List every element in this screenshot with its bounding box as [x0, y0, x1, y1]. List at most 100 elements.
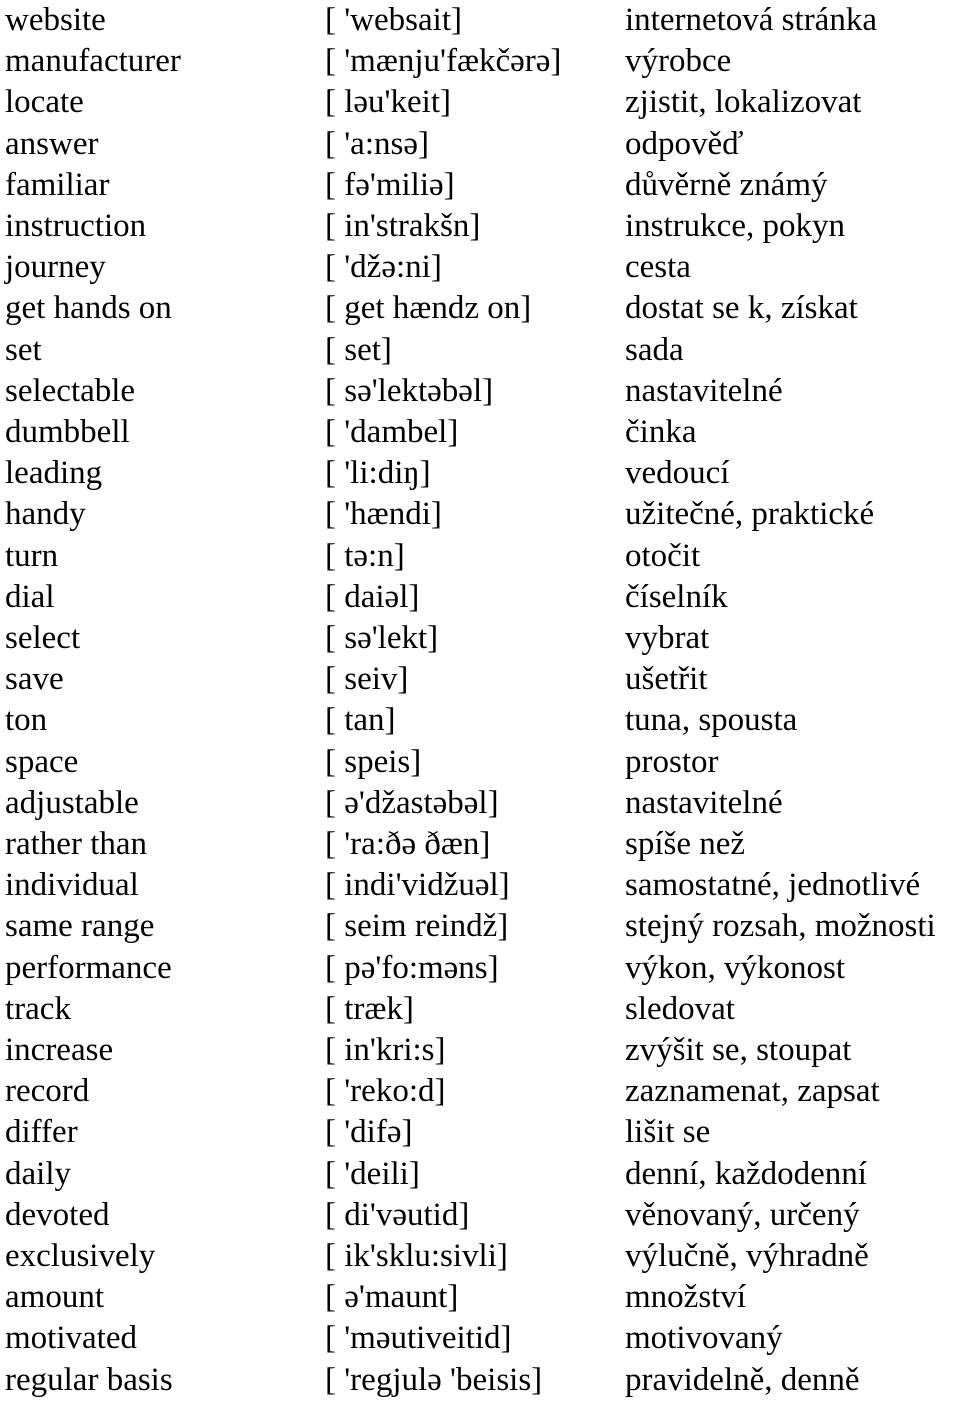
transcription-cell: [ 'džə:ni]: [325, 249, 442, 286]
vocabulary-row: track [ træk] sledovat: [0, 989, 960, 1030]
vocabulary-row: journey [ 'džə:ni] cesta: [0, 247, 960, 288]
transcription-cell: [ 'mænju'fækčərə]: [325, 43, 562, 80]
transcription-cell: [ in'strakšn]: [325, 208, 481, 244]
vocabulary-row: turn [ tə:n] otočit: [0, 536, 960, 577]
vocabulary-row: devoted [ di'vəutid] věnovaný, určený: [0, 1195, 960, 1236]
word-cell: motivated: [5, 1320, 137, 1357]
transcription-cell: [ sə'lektəbəl]: [325, 372, 494, 409]
vocabulary-row: record [ 'reko:d] zaznamenat, zapsat: [0, 1071, 960, 1112]
word-cell: dial: [5, 578, 55, 615]
vocabulary-row: handy [ 'hændi] užitečné, praktické: [0, 494, 960, 535]
transcription-cell: [ pə'fo:məns]: [325, 949, 499, 986]
translation-cell: činka: [625, 414, 697, 451]
vocabulary-row: familiar [ fə'miliə] důvěrně známý: [0, 165, 960, 206]
word-cell: familiar: [5, 166, 110, 203]
word-cell: selectable: [5, 372, 136, 409]
vocabulary-row: dumbbell [ 'dambel] činka: [0, 412, 960, 453]
vocabulary-row: dial [ daiəl] číselník: [0, 577, 960, 618]
vocabulary-row: same range [ seim reindž] stejný rozsah, m…: [0, 906, 960, 947]
translation-cell: důvěrně známý: [625, 166, 828, 203]
word-cell: select: [5, 620, 81, 657]
vocabulary-row: save [ seiv] ušetřit: [0, 659, 960, 700]
transcription-cell: [ 'a:nsə]: [325, 125, 429, 162]
word-cell: space: [5, 743, 79, 780]
word-cell: set: [5, 331, 42, 368]
vocabulary-row: leading [ 'li:diŋ] vedoucí: [0, 453, 960, 494]
vocabulary-row: performance [ pə'fo:məns] výkon, výkonost: [0, 948, 960, 989]
word-cell: rather than: [5, 826, 148, 863]
translation-cell: zaznamenat, zapsat: [625, 1073, 880, 1110]
translation-cell: samostatné, jednotlivé: [625, 867, 921, 904]
word-cell: website: [5, 2, 106, 38]
word-cell: devoted: [5, 1196, 110, 1233]
transcription-cell: [ træk]: [325, 990, 414, 1027]
translation-cell: instrukce, pokyn: [625, 208, 845, 244]
transcription-cell: [ 'difə]: [325, 1114, 413, 1151]
transcription-cell: [ fə'miliə]: [325, 166, 455, 203]
translation-cell: otočit: [625, 537, 701, 574]
translation-cell: množství: [625, 1279, 746, 1316]
transcription-cell: [ 'hændi]: [325, 496, 442, 533]
translation-cell: ušetřit: [625, 661, 708, 698]
transcription-cell: [ in'kri:s]: [325, 1032, 446, 1069]
transcription-cell: [ ə'maunt]: [325, 1279, 459, 1316]
translation-cell: denní, každodenní: [625, 1155, 867, 1192]
translation-cell: zjistit, lokalizovat: [625, 84, 862, 121]
translation-cell: cesta: [625, 249, 691, 286]
vocabulary-row: increase [ in'kri:s] zvýšit se, stoupat: [0, 1030, 960, 1071]
translation-cell: zvýšit se, stoupat: [625, 1032, 852, 1069]
vocabulary-table: website[ 'websait] internetová stránka man…: [0, 0, 960, 1401]
vocabulary-row: differ [ 'difə] lišit se: [0, 1112, 960, 1153]
vocabulary-row: amount [ ə'maunt] množství: [0, 1277, 960, 1318]
word-cell: get hands on: [5, 290, 172, 327]
translation-cell: nastavitelné: [625, 372, 783, 409]
word-cell: dumbbell: [5, 414, 130, 451]
word-cell: exclusively: [5, 1238, 156, 1275]
word-cell: locate: [5, 84, 84, 121]
word-cell: performance: [5, 949, 172, 986]
transcription-cell: [ 'regjulə 'beisis]: [325, 1361, 543, 1398]
word-cell: differ: [5, 1114, 78, 1151]
word-cell: regular basis: [5, 1361, 173, 1398]
transcription-cell: [ seiv]: [325, 661, 409, 698]
translation-cell: výkon, výkonost: [625, 949, 846, 986]
transcription-cell: [ 'websait]: [325, 2, 462, 38]
word-cell: amount: [5, 1279, 104, 1316]
vocabulary-row: daily [ 'deili] denní, každodenní: [0, 1154, 960, 1195]
translation-cell: vybrat: [625, 620, 710, 657]
transcription-cell: [ 'ra:ðə ðæn]: [325, 826, 491, 863]
vocabulary-row: regular basis [ 'regjulə 'beisis] pravidel…: [0, 1360, 960, 1401]
word-cell: journey: [5, 249, 106, 286]
translation-cell: odpověď: [625, 125, 744, 162]
translation-cell: nastavitelné: [625, 784, 783, 821]
word-cell: manufacturer: [5, 43, 181, 80]
vocabulary-row: ton [ tan] tuna, spousta: [0, 700, 960, 741]
translation-cell: výrobce: [625, 43, 732, 80]
transcription-cell: [ seim reindž]: [325, 908, 509, 945]
vocabulary-row: website [ 'websait] internetová stránka: [0, 0, 960, 41]
vocabulary-row: select [ sə'lekt] vybrat: [0, 618, 960, 659]
transcription-cell: [ tan]: [325, 702, 396, 739]
vocabulary-row: instruction [ in'strakšn] instrukce, pokyn: [0, 206, 960, 247]
translation-cell: tuna, spousta: [625, 702, 798, 739]
vocabulary-row: exclusively [ ik'sklu:sivli] výlučně, výhr…: [0, 1236, 960, 1277]
vocabulary-page: website[ 'websait] internetová stránka man…: [0, 0, 960, 1402]
word-cell: turn: [5, 537, 59, 574]
vocabulary-row: rather than [ 'ra:ðə ðæn] spíše než: [0, 824, 960, 865]
transcription-cell: [ 'məutiveitid]: [325, 1320, 512, 1357]
vocabulary-row: set [ set] sada: [0, 330, 960, 371]
word-cell: same range: [5, 908, 155, 945]
vocabulary-row: motivated [ 'məutiveitid] motivovaný: [0, 1318, 960, 1359]
word-cell: handy: [5, 496, 86, 533]
transcription-cell: [ set]: [325, 331, 392, 368]
translation-cell: dostat se k, získat: [625, 290, 858, 327]
transcription-cell: [ indi'vidžuəl]: [325, 867, 510, 904]
translation-cell: číselník: [625, 578, 728, 615]
translation-cell: pravidelně, denně: [625, 1361, 860, 1398]
vocabulary-row: selectable [ sə'lektəbəl] nastavitelné: [0, 371, 960, 412]
transcription-cell: [ tə:n]: [325, 537, 405, 574]
vocabulary-row: space [ speis] prostor: [0, 742, 960, 783]
word-cell: track: [5, 990, 71, 1027]
translation-cell: sledovat: [625, 990, 735, 1027]
transcription-cell: [ 'dambel]: [325, 414, 459, 451]
